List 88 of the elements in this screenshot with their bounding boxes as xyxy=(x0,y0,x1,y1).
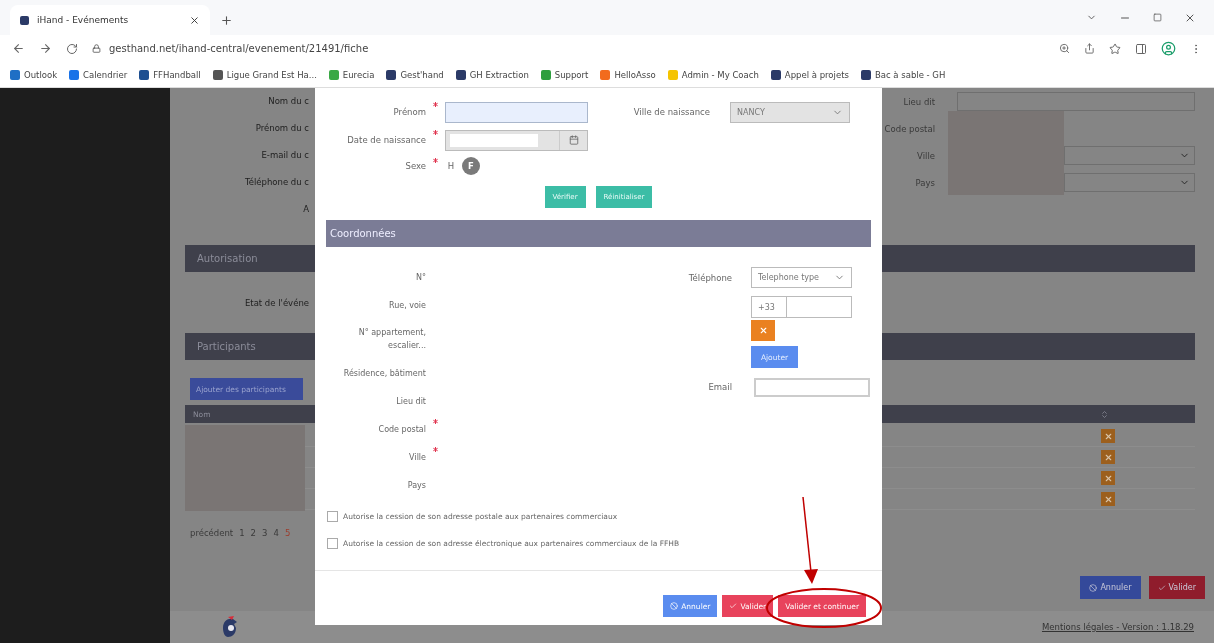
address-field[interactable]: gesthand.net/ihand-central/evenement/21491/fiche xyxy=(109,43,369,54)
field-label: Ville xyxy=(916,150,935,161)
field-label: Lieu dit xyxy=(902,96,935,107)
bookmark[interactable]: Eurecia xyxy=(328,69,375,80)
bookmark[interactable]: Outlook xyxy=(10,69,58,80)
share-icon[interactable] xyxy=(1084,43,1095,54)
field-label: Téléphone du c xyxy=(243,176,309,189)
star-icon[interactable] xyxy=(1109,42,1121,55)
bookmark[interactable]: Appel à projets xyxy=(770,69,849,80)
close-icon xyxy=(1103,473,1113,483)
field-label: Prénom xyxy=(392,107,426,117)
page-link[interactable]: 2 xyxy=(250,528,257,538)
ban-icon xyxy=(1089,583,1098,592)
zoom-icon[interactable] xyxy=(1059,43,1070,54)
sex-option[interactable]: H xyxy=(445,157,457,175)
field-label: Prénom du c xyxy=(254,122,309,135)
bookmark[interactable]: Gest'hand xyxy=(386,69,444,80)
first-name-field[interactable] xyxy=(445,101,588,123)
bookmark[interactable]: GH Extraction xyxy=(455,69,529,80)
confirm-button[interactable]: Valider xyxy=(1148,576,1205,599)
bookmark[interactable]: Bac à sable - GH xyxy=(860,69,946,80)
forward-icon[interactable] xyxy=(39,42,52,55)
delete-button[interactable] xyxy=(1101,450,1115,464)
check-icon xyxy=(729,602,738,610)
prefix-field[interactable]: +33 xyxy=(751,296,787,318)
field-label: Pays xyxy=(406,479,426,492)
birth-city-select[interactable]: NANCY xyxy=(730,101,850,123)
site-icon xyxy=(20,15,29,25)
sex-option[interactable]: F xyxy=(462,157,480,175)
bookmark[interactable]: FFHandball xyxy=(139,69,201,80)
page-link[interactable]: 1 xyxy=(239,528,245,538)
field-label: Ville de naissance xyxy=(632,107,711,117)
select-field[interactable] xyxy=(1064,146,1195,165)
page-link[interactable]: 4 xyxy=(273,528,279,538)
phone-type-select[interactable]: Telephone type xyxy=(751,267,852,288)
cancel-button[interactable]: Annuler xyxy=(1080,576,1141,599)
close-icon xyxy=(1103,431,1113,441)
field-label: Sexe xyxy=(404,161,426,171)
browser-tab[interactable]: iHand - Evénements xyxy=(10,5,210,35)
bookmark[interactable]: Calendrier xyxy=(69,69,128,80)
profile-icon[interactable] xyxy=(1161,41,1176,56)
delete-button[interactable] xyxy=(1101,471,1115,485)
checkbox[interactable] xyxy=(327,511,338,522)
version-text[interactable]: Mentions légales - Version : 1.18.29 xyxy=(1041,622,1194,632)
ban-icon xyxy=(670,602,679,610)
field-label: Email xyxy=(707,382,732,392)
field-label: Pays xyxy=(914,177,935,188)
field-label: A xyxy=(302,203,309,216)
close-icon xyxy=(758,326,768,335)
field-label: Etat de l'événe xyxy=(243,297,309,308)
new-tab-icon[interactable] xyxy=(220,14,233,27)
check-icon xyxy=(1157,583,1166,592)
close-icon[interactable] xyxy=(189,14,200,26)
lock-icon xyxy=(92,44,101,53)
field-label: Code postal xyxy=(883,123,935,134)
side-panel-icon[interactable] xyxy=(1135,42,1147,55)
page-link[interactable]: 3 xyxy=(262,528,268,538)
bookmark[interactable]: Admin - My Coach xyxy=(667,69,759,80)
sort-icon[interactable] xyxy=(1100,409,1109,419)
maximize-icon[interactable] xyxy=(1153,13,1162,22)
field-label: Code postal xyxy=(377,423,426,436)
section-header: Coordonnées xyxy=(326,220,871,247)
delete-button[interactable] xyxy=(1101,429,1115,443)
close-icon xyxy=(1103,494,1113,504)
field-label: Ville xyxy=(408,451,426,464)
close-icon xyxy=(1103,452,1113,462)
field-label: Résidence, bâtiment xyxy=(342,367,426,380)
field-label: Rue, voie xyxy=(387,299,426,312)
bookmark[interactable]: HelloAsso xyxy=(600,69,656,80)
field-label: Lieu dit xyxy=(395,395,426,408)
field-label: Date de naissance xyxy=(346,135,426,145)
bookmark[interactable]: Ligue Grand Est Ha... xyxy=(212,69,317,80)
delete-button[interactable] xyxy=(1101,492,1115,506)
reload-icon[interactable] xyxy=(66,42,78,55)
bookmark[interactable]: Support xyxy=(540,69,589,80)
previous-link[interactable]: précédent xyxy=(190,528,234,538)
field-label: Nom du c xyxy=(267,95,309,108)
field-label: E-mail du c xyxy=(260,149,309,162)
date-field[interactable] xyxy=(445,129,588,151)
select-field[interactable] xyxy=(1064,173,1195,192)
phone-field[interactable] xyxy=(787,296,852,318)
checkbox[interactable] xyxy=(327,538,338,549)
email-field[interactable] xyxy=(754,378,870,397)
back-icon[interactable] xyxy=(12,42,25,55)
field-label: N° xyxy=(415,271,426,284)
calendar-icon[interactable] xyxy=(568,135,579,145)
remove-button[interactable] xyxy=(751,320,775,341)
field-label: Téléphone xyxy=(687,272,732,283)
